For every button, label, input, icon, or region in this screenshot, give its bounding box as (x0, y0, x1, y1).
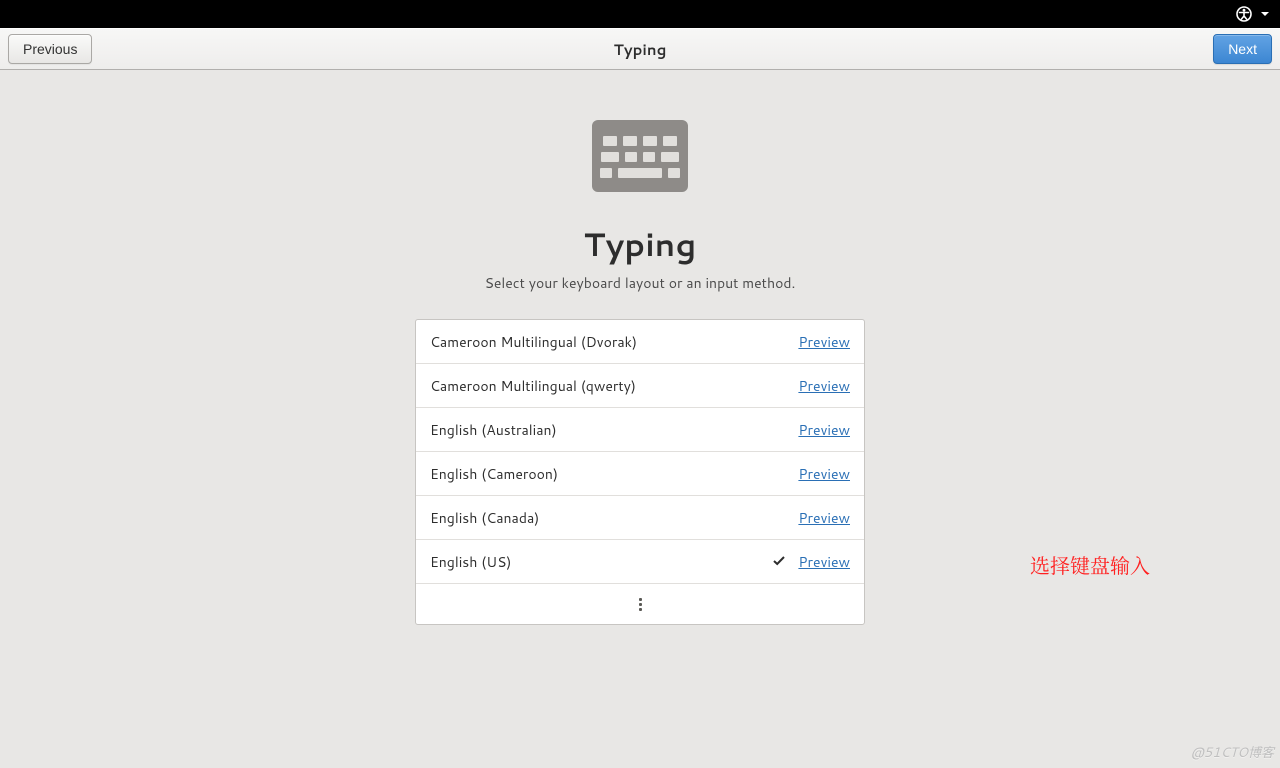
header-bar: Previous Typing Next (0, 28, 1280, 70)
previous-button[interactable]: Previous (8, 34, 92, 64)
watermark: @51CTO博客 (1191, 742, 1274, 762)
annotation-text: 选择键盘输入 (1030, 550, 1150, 579)
layout-label: Cameroon Multilingual (Dvorak) (430, 332, 770, 352)
layout-row[interactable]: English (Australian) Preview (416, 408, 864, 452)
layout-row[interactable]: English (US) Preview (416, 540, 864, 584)
next-button[interactable]: Next (1213, 34, 1272, 64)
layout-label: English (Australian) (430, 420, 770, 440)
preview-link[interactable]: Preview (798, 464, 850, 484)
header-title: Typing (0, 39, 1280, 60)
preview-link[interactable]: Preview (798, 420, 850, 440)
layout-row[interactable]: English (Canada) Preview (416, 496, 864, 540)
layout-label: English (Canada) (430, 508, 770, 528)
layout-label: English (US) (430, 552, 770, 572)
page-title: Typing (584, 222, 697, 267)
layout-row[interactable]: Cameroon Multilingual (Dvorak) Preview (416, 320, 864, 364)
preview-link[interactable]: Preview (798, 376, 850, 396)
more-icon (639, 598, 642, 611)
layout-label: Cameroon Multilingual (qwerty) (430, 376, 770, 396)
preview-link[interactable]: Preview (798, 332, 850, 352)
accessibility-icon[interactable] (1236, 6, 1252, 22)
chevron-down-icon[interactable] (1260, 9, 1270, 19)
layout-label: English (Cameroon) (430, 464, 770, 484)
layout-row[interactable]: Cameroon Multilingual (qwerty) Preview (416, 364, 864, 408)
keyboard-icon (592, 120, 688, 192)
page-subtitle: Select your keyboard layout or an input … (485, 273, 796, 293)
preview-link[interactable]: Preview (798, 552, 850, 572)
preview-link[interactable]: Preview (798, 508, 850, 528)
system-top-bar (0, 0, 1280, 28)
keyboard-layout-list: Cameroon Multilingual (Dvorak) Preview C… (415, 319, 865, 625)
check-icon (770, 552, 788, 572)
layout-row[interactable]: English (Cameroon) Preview (416, 452, 864, 496)
page-content: Typing Select your keyboard layout or an… (0, 70, 1280, 768)
more-layouts-button[interactable] (416, 584, 864, 624)
